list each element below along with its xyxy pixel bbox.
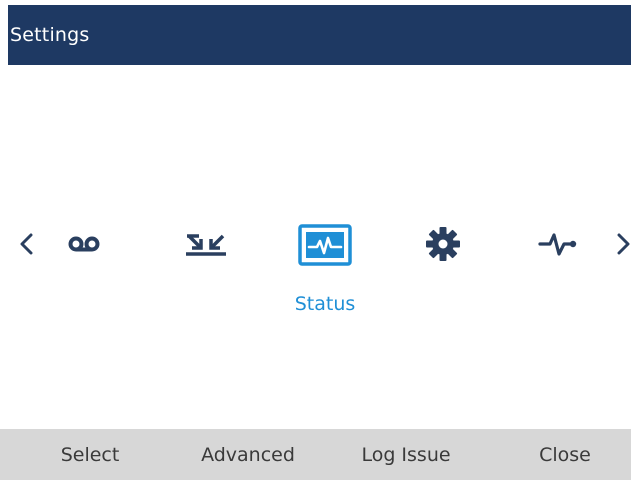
title-bar: Settings bbox=[8, 5, 631, 65]
settings-carousel: Status bbox=[0, 200, 631, 320]
diagnostics-icon[interactable] bbox=[530, 222, 590, 266]
advanced-button[interactable]: Advanced bbox=[188, 442, 308, 468]
log-issue-button[interactable]: Log Issue bbox=[344, 442, 468, 468]
voicemail-icon[interactable] bbox=[54, 222, 114, 266]
page-title: Settings bbox=[10, 24, 90, 46]
call-forward-icon[interactable] bbox=[176, 222, 236, 266]
softkey-bar: Select Advanced Log Issue Close bbox=[0, 429, 631, 480]
gear-icon[interactable] bbox=[413, 222, 473, 266]
chevron-right-icon[interactable] bbox=[612, 224, 631, 264]
chevron-left-icon[interactable] bbox=[14, 224, 38, 264]
status-icon[interactable] bbox=[295, 222, 355, 266]
select-button[interactable]: Select bbox=[40, 442, 140, 468]
close-button[interactable]: Close bbox=[515, 442, 615, 468]
selected-item-label: Status bbox=[294, 293, 356, 315]
